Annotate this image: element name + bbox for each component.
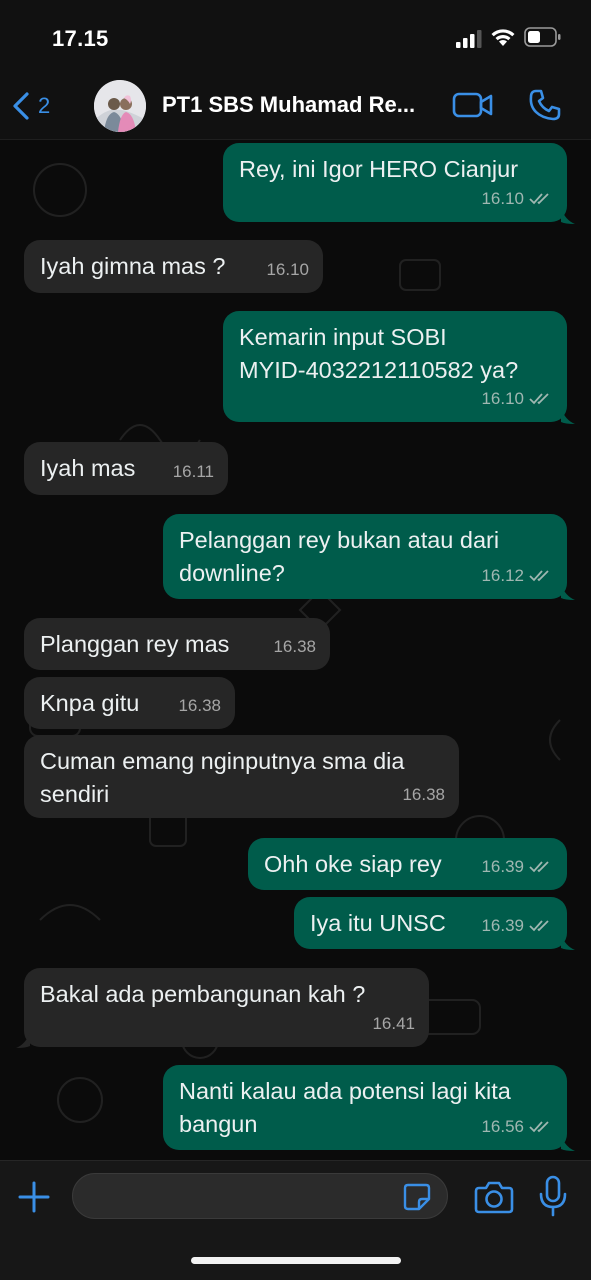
double-check-icon [529, 1120, 549, 1132]
message-time: 16.41 [372, 1014, 415, 1033]
avatar-photo [94, 80, 146, 132]
message-meta: 16.10 [481, 382, 553, 415]
message-text: Rey, ini Igor HERO Cianjur [239, 156, 519, 182]
message-text: Cuman emang nginputnya sma dia sendiri [40, 748, 405, 807]
message-bubble-incoming[interactable]: Iyah mas 16.11 [24, 442, 228, 495]
status-time: 17.15 [52, 26, 109, 51]
message-meta: 16.39 [481, 850, 553, 883]
message-meta: 16.39 [481, 909, 553, 942]
plus-icon[interactable] [16, 1179, 52, 1215]
message-time: 16.38 [273, 637, 316, 656]
chat-area[interactable]: Rey, ini Igor HERO Cianjur 16.10 Iyah gi… [0, 140, 591, 1160]
message-text: Iyah gimna mas ? [40, 253, 226, 279]
message-text: Knpa gitu [40, 690, 140, 716]
message-time: 16.38 [402, 785, 445, 804]
message-text: Iya itu UNSC [310, 910, 446, 936]
sticker-icon[interactable] [402, 1182, 432, 1212]
message-text: Iyah mas [40, 455, 136, 481]
video-call-icon[interactable] [452, 90, 494, 120]
message-input[interactable] [72, 1173, 448, 1219]
bubble-tail [561, 934, 575, 950]
double-check-icon [529, 569, 549, 581]
message-bubble-outgoing[interactable]: Kemarin input SOBI MYID-4032212110582 ya… [223, 311, 567, 422]
message-time: 16.38 [178, 696, 221, 715]
bubble-tail [561, 584, 575, 600]
message-meta: 16.38 [178, 689, 221, 722]
chevron-left-icon [13, 92, 29, 120]
battery-icon [524, 27, 561, 47]
message-meta: 16.10 [266, 253, 309, 286]
cellular-signal-icon [456, 30, 482, 48]
message-time: 16.10 [266, 260, 309, 279]
message-time: 16.10 [481, 189, 524, 208]
back-button[interactable]: 2 [10, 88, 50, 124]
message-time: 16.11 [172, 462, 214, 481]
double-check-icon [529, 860, 549, 872]
composer-bar [0, 1160, 591, 1280]
bubble-tail [561, 1135, 575, 1151]
message-meta: 16.38 [402, 778, 445, 811]
message-bubble-outgoing[interactable]: Nanti kalau ada potensi lagi kita bangun… [163, 1065, 567, 1150]
message-time: 16.12 [481, 566, 524, 585]
message-meta: 16.41 [372, 1007, 415, 1040]
message-text: Nanti kalau ada potensi lagi kita bangun [179, 1078, 511, 1137]
message-time: 16.56 [481, 1117, 524, 1136]
message-bubble-incoming[interactable]: Iyah gimna mas ? 16.10 [24, 240, 323, 293]
camera-icon[interactable] [474, 1179, 514, 1215]
message-bubble-incoming[interactable]: Knpa gitu 16.38 [24, 677, 235, 729]
message-text: Planggan rey mas [40, 631, 230, 657]
double-check-icon [529, 919, 549, 931]
message-bubble-outgoing[interactable]: Rey, ini Igor HERO Cianjur 16.10 [223, 143, 567, 222]
message-meta: 16.11 [173, 455, 214, 488]
status-bar: 17.15 [0, 0, 591, 78]
message-text: Bakal ada pembangunan kah ? [40, 981, 366, 1007]
message-bubble-outgoing[interactable]: Iya itu UNSC 16.39 [294, 897, 567, 949]
message-meta: 16.56 [481, 1110, 553, 1143]
message-time: 16.10 [481, 389, 524, 408]
message-time: 16.39 [481, 857, 524, 876]
double-check-icon [529, 192, 549, 204]
message-meta: 16.12 [481, 559, 553, 592]
message-bubble-incoming[interactable]: Cuman emang nginputnya sma dia sendiri 1… [24, 735, 459, 818]
message-meta: 16.38 [273, 630, 316, 663]
avatar[interactable] [94, 80, 146, 132]
chat-header: 2 PT1 SBS Muhamad Re... [0, 78, 591, 140]
double-check-icon [529, 392, 549, 404]
message-bubble-outgoing[interactable]: Ohh oke siap rey 16.39 [248, 838, 567, 890]
message-bubble-incoming[interactable]: Bakal ada pembangunan kah ? 16.41 [24, 968, 429, 1047]
message-time: 16.39 [481, 916, 524, 935]
phone-call-icon[interactable] [528, 88, 562, 122]
message-text: Pelanggan rey bukan atau dari downline? [179, 527, 500, 586]
home-indicator[interactable] [191, 1257, 401, 1264]
bubble-tail [561, 208, 575, 224]
wifi-icon [491, 29, 515, 46]
chat-title[interactable]: PT1 SBS Muhamad Re... [162, 92, 442, 118]
unread-count: 2 [38, 93, 51, 118]
message-bubble-incoming[interactable]: Planggan rey mas 16.38 [24, 618, 330, 670]
message-text: Ohh oke siap rey [264, 851, 442, 877]
microphone-icon[interactable] [538, 1175, 568, 1217]
message-text: Kemarin input SOBI MYID-4032212110582 ya… [239, 324, 519, 383]
message-bubble-outgoing[interactable]: Pelanggan rey bukan atau dari downline? … [163, 514, 567, 599]
bubble-tail [16, 1032, 30, 1048]
message-meta: 16.10 [481, 182, 553, 215]
bubble-tail [561, 408, 575, 424]
